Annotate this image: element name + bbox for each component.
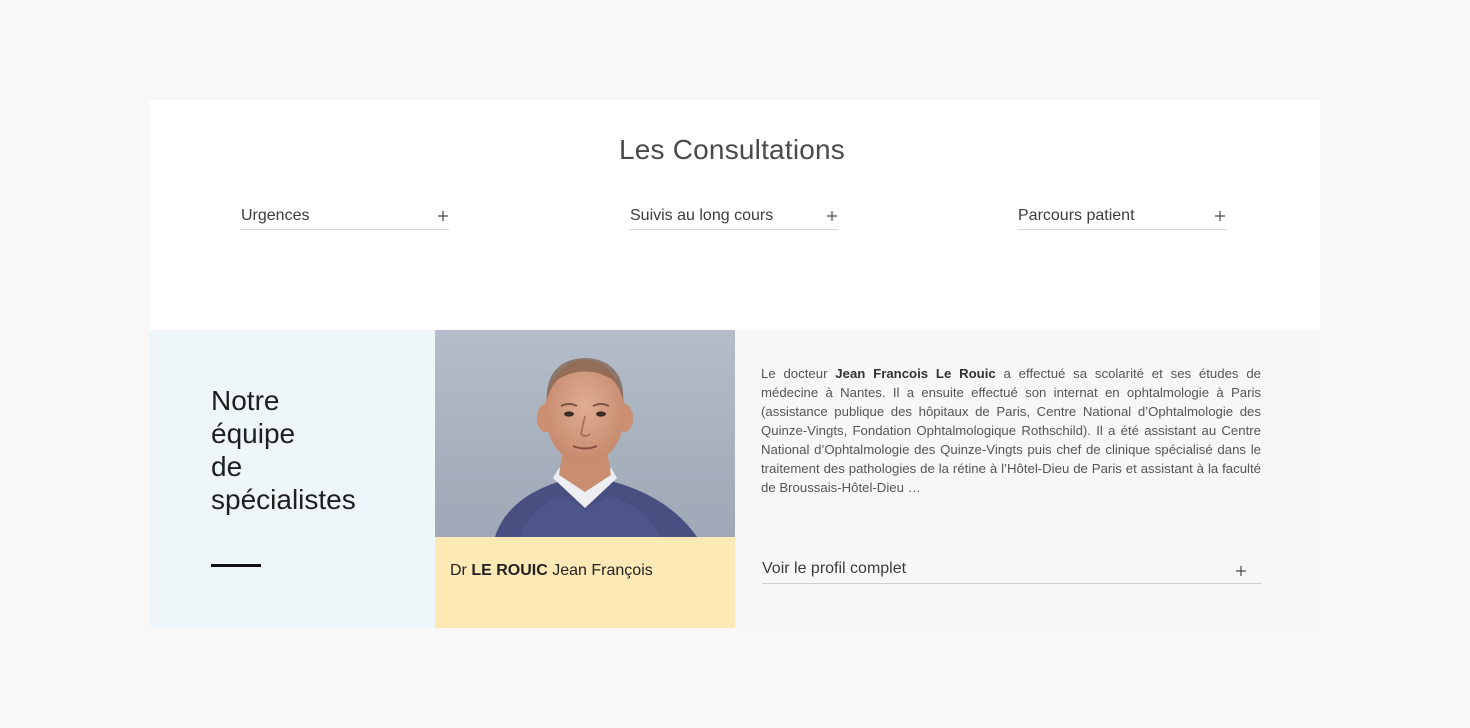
doctor-surname: LE ROUIC: [471, 562, 548, 579]
plus-icon: [438, 211, 448, 221]
doctor-bio-panel: Le docteur Jean Francois Le Rouic a effe…: [735, 330, 1320, 628]
bio-body: a effectué sa scolarité et ses études de…: [761, 366, 1261, 495]
plus-icon: [1215, 211, 1225, 221]
doctor-bio: Le docteur Jean Francois Le Rouic a effe…: [761, 364, 1261, 497]
team-heading-line: Notre: [211, 385, 280, 416]
team-heading-panel: Notre équipe de spécialistes: [150, 330, 435, 628]
view-full-profile-link[interactable]: Voir le profil complet: [762, 560, 1261, 584]
team-heading-line: équipe: [211, 418, 296, 449]
plus-icon: [1236, 566, 1246, 576]
team-section: Notre équipe de spécialistes Dr LE ROUIC…: [150, 330, 1320, 628]
accordion-label: Suivis au long cours: [630, 207, 774, 224]
accordion-urgences[interactable]: Urgences: [241, 206, 449, 230]
doctor-name-box: Dr LE ROUIC Jean François: [435, 537, 735, 628]
bio-doctor-name: Jean Francois Le Rouic: [835, 366, 996, 381]
accordion-label: Urgences: [241, 207, 310, 224]
accordion-suivis[interactable]: Suivis au long cours: [630, 206, 838, 230]
consultations-section: Les Consultations Urgences Suivis au lon…: [150, 100, 1320, 330]
doctor-portrait-illustration: [435, 330, 735, 537]
doctor-name-prefix: Dr: [450, 562, 467, 579]
team-heading-line: de: [211, 451, 243, 482]
team-heading-line: spécialistes: [211, 484, 356, 515]
consultations-title: Les Consultations: [619, 134, 845, 165]
profile-link-label: Voir le profil complet: [762, 560, 907, 577]
accordion-label: Parcours patient: [1018, 207, 1135, 224]
doctor-portrait-photo: [435, 330, 735, 537]
accordion-parcours[interactable]: Parcours patient: [1018, 206, 1226, 230]
heading-divider: [211, 564, 261, 567]
doctor-card[interactable]: Dr LE ROUIC Jean François: [435, 330, 735, 628]
team-heading: Notre équipe de spécialistes: [211, 384, 411, 516]
plus-icon: [827, 211, 837, 221]
doctor-name: Dr LE ROUIC Jean François: [450, 562, 653, 580]
bio-intro: Le docteur: [761, 366, 828, 381]
doctor-firstname: Jean François: [552, 562, 653, 579]
